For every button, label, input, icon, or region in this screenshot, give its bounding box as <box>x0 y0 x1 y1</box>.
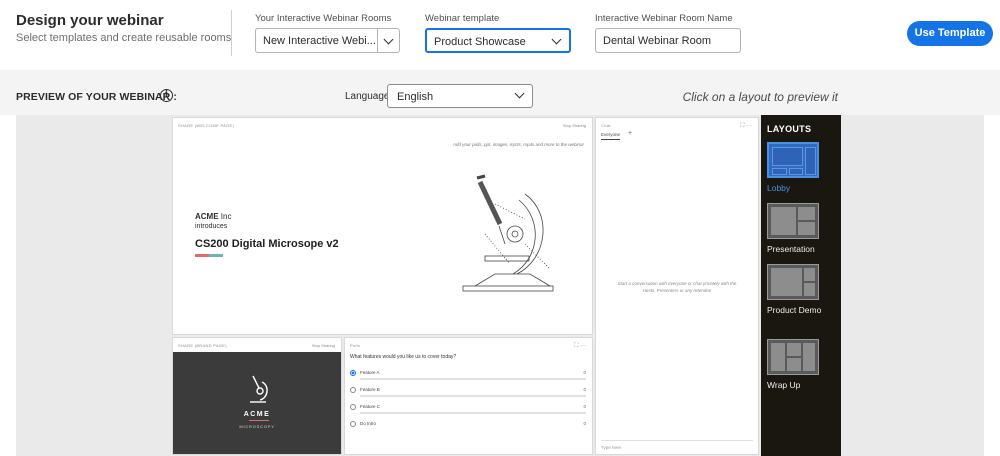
rooms-value: New Interactive Webi... <box>263 35 376 47</box>
language-label: Language <box>345 91 390 102</box>
room-name-label: Interactive Webinar Room Name <box>595 13 733 24</box>
share-pod: SHARE (WELCOME PAGE) Stop Sharing Add yo… <box>172 117 593 335</box>
pod-menu-icon[interactable]: ⛶ ⋯ <box>574 343 586 350</box>
layouts-title: LAYOUTS <box>767 124 812 134</box>
chat-pod: Chat ⛶ ⋯ Everyone + Start a conversation… <box>595 117 759 455</box>
accent-stripe <box>195 254 223 257</box>
poll-option-bar <box>360 395 586 397</box>
chevron-down-icon[interactable] <box>383 34 394 45</box>
poll-option-label: Feature C <box>360 404 381 409</box>
preview-toolbar: PREVIEW OF YOUR WEBINAR : i Language Eng… <box>0 70 1000 115</box>
pod-header: Chat ⛶ ⋯ <box>596 118 758 132</box>
header-divider <box>231 10 232 56</box>
add-chat-tab-button[interactable]: + <box>628 130 632 137</box>
layout-thumb-product-demo[interactable] <box>767 264 819 300</box>
rooms-combobox[interactable]: New Interactive Webi... <box>255 28 400 53</box>
template-value: Product Showcase <box>434 36 526 48</box>
pod-header-title: SHARE (BRAND PAGE) <box>178 343 227 348</box>
info-icon[interactable]: i <box>160 89 173 102</box>
page-subtitle: Select templates and create reusable roo… <box>16 32 232 44</box>
add-content-hint: Add your polls, ppt, images, mp3s, mp4s … <box>452 142 584 147</box>
poll-pod: Polls ⛶ ⋯ What features would you like u… <box>344 337 593 455</box>
radio-icon[interactable] <box>350 387 356 393</box>
pod-header-title: Polls <box>350 343 361 348</box>
use-template-button[interactable]: Use Template <box>907 21 993 46</box>
microscope-logo-icon <box>250 375 268 403</box>
poll-option-count: 0 <box>583 387 586 392</box>
layout-hint: Click on a layout to preview it <box>682 90 838 104</box>
poll-option[interactable]: Feature C 0 <box>350 403 586 417</box>
poll-option[interactable]: Feature A 0 <box>350 369 586 383</box>
pod-header: SHARE (BRAND PAGE) Stop Sharing <box>173 338 341 352</box>
brand-underline <box>249 420 269 421</box>
radio-selected-icon[interactable] <box>350 370 356 376</box>
rooms-combobox-divider <box>377 29 378 52</box>
layouts-panel: LAYOUTS Lobby Presentation Product Demo … <box>761 115 841 456</box>
brand-subtitle: MICROSCOPY <box>239 424 275 429</box>
stop-sharing-link[interactable]: Stop Sharing <box>563 123 586 128</box>
brand-name: ACME <box>243 411 271 418</box>
pod-menu-icon[interactable]: ⛶ ⋯ <box>740 123 752 130</box>
introduces-text: introduces <box>195 223 228 230</box>
poll-option-bar <box>360 378 586 380</box>
chevron-down-icon <box>514 88 525 99</box>
template-label: Webinar template <box>425 13 500 24</box>
poll-option[interactable]: Feature B 0 <box>350 386 586 400</box>
company-name: ACME Inc <box>195 212 232 221</box>
microscope-illustration <box>462 174 554 292</box>
chat-input-placeholder: Type here <box>601 445 622 450</box>
brand-pod: SHARE (BRAND PAGE) Stop Sharing ACME MIC… <box>172 337 342 455</box>
language-select[interactable]: English <box>387 84 533 108</box>
poll-option-label: Do Intro <box>360 421 377 426</box>
poll-option-count: 0 <box>583 421 586 426</box>
room-name-value: Dental Webinar Room <box>603 35 712 47</box>
pod-header: Polls ⛶ ⋯ <box>345 338 592 352</box>
language-value: English <box>397 91 434 103</box>
pod-header-title: SHARE (WELCOME PAGE) <box>178 123 235 128</box>
page-title: Design your webinar <box>16 12 164 29</box>
webinar-preview-stage: SHARE (WELCOME PAGE) Stop Sharing Add yo… <box>16 115 984 456</box>
poll-option-count: 0 <box>583 404 586 409</box>
template-select[interactable]: Product Showcase <box>425 28 571 53</box>
layout-label-wrap-up[interactable]: Wrap Up <box>767 379 800 392</box>
poll-question: What features would you like us to cover… <box>350 354 457 360</box>
chat-input[interactable]: Type here <box>601 440 753 450</box>
radio-icon[interactable] <box>350 421 356 427</box>
stop-sharing-link[interactable]: Stop Sharing <box>312 343 335 348</box>
pod-header: SHARE (WELCOME PAGE) Stop Sharing <box>173 118 592 132</box>
product-title: CS200 Digital Microsope v2 <box>195 238 339 250</box>
chat-tab-everyone[interactable]: Everyone <box>601 132 621 140</box>
poll-option-count: 0 <box>583 370 586 375</box>
top-header: Design your webinar Select templates and… <box>0 0 1000 70</box>
brand-background <box>173 352 341 454</box>
poll-option[interactable]: Do Intro 0 <box>350 420 586 434</box>
layout-label-presentation[interactable]: Presentation <box>767 243 815 256</box>
poll-option-label: Feature A <box>360 370 380 375</box>
poll-option-label: Feature B <box>360 387 380 392</box>
room-name-input[interactable]: Dental Webinar Room <box>595 28 741 53</box>
poll-option-bar <box>360 412 586 414</box>
chevron-down-icon <box>551 34 562 45</box>
layout-label-lobby[interactable]: Lobby <box>767 182 790 195</box>
layout-thumb-wrap-up[interactable] <box>767 339 819 375</box>
rooms-label: Your Interactive Webinar Rooms <box>255 13 392 24</box>
preview-title: PREVIEW OF YOUR WEBINAR : <box>16 91 177 103</box>
layout-thumb-presentation[interactable] <box>767 203 819 239</box>
radio-icon[interactable] <box>350 404 356 410</box>
chat-empty-message: Start a conversation with everyone or ch… <box>617 281 737 293</box>
pod-header-title: Chat <box>601 123 611 128</box>
layout-thumb-lobby[interactable] <box>767 142 819 178</box>
layout-label-product-demo[interactable]: Product Demo <box>767 304 827 317</box>
